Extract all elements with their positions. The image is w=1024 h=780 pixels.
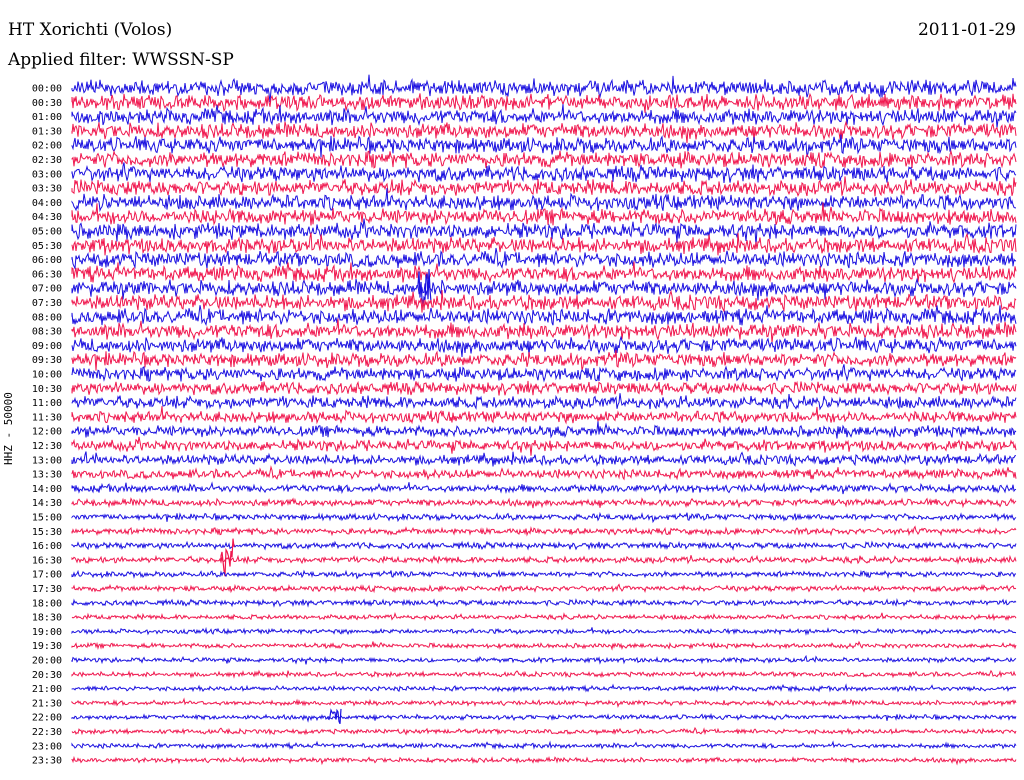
row-tick-label: 22:00	[32, 713, 62, 724]
row-tick-label: 16:00	[32, 541, 62, 552]
trace-0700	[71, 277, 1017, 301]
row-tick-label: 12:00	[32, 427, 62, 438]
row-tick-label: 02:30	[32, 155, 62, 166]
trace-0130	[71, 120, 1017, 144]
row-tick-label: 23:00	[32, 741, 62, 752]
row-tick-label: 01:00	[32, 112, 62, 123]
row-tick-label: 17:00	[32, 570, 62, 581]
trace-1630	[71, 554, 1017, 565]
row-tick-label: 18:00	[32, 598, 62, 609]
trace-0200	[71, 134, 1017, 158]
trace-2100	[71, 683, 1017, 693]
trace-1030	[71, 380, 1017, 396]
trace-1400	[71, 481, 1017, 495]
trace-0730	[71, 289, 1017, 314]
trace-0830	[71, 318, 1017, 343]
row-tick-label: 12:30	[32, 441, 62, 452]
row-tick-label: 20:30	[32, 670, 62, 681]
event-2200	[327, 708, 342, 725]
trace-1000	[71, 364, 1017, 383]
row-ticks-group: 00:00 00:30 01:00 01:30 02:00 02:30 03:00 03:30…	[32, 84, 62, 767]
trace-1430	[71, 497, 1017, 509]
trace-2230	[71, 726, 1017, 736]
row-tick-label: 10:00	[32, 370, 62, 381]
row-tick-label: 11:30	[32, 412, 62, 423]
trace-0030	[71, 92, 1017, 113]
row-tick-label: 19:30	[32, 641, 62, 652]
row-tick-label: 06:30	[32, 269, 62, 280]
row-tick-label: 14:30	[32, 498, 62, 509]
trace-1300	[71, 451, 1017, 467]
row-tick-label: 08:00	[32, 312, 62, 323]
trace-2200	[71, 712, 1017, 723]
row-tick-label: 14:00	[32, 484, 62, 495]
trace-1930	[71, 640, 1017, 651]
row-tick-label: 11:00	[32, 398, 62, 409]
trace-1700	[71, 569, 1017, 580]
row-tick-label: 09:30	[32, 355, 62, 366]
row-tick-label: 17:30	[32, 584, 62, 595]
trace-2330	[71, 755, 1017, 766]
row-tick-label: 15:00	[32, 513, 62, 524]
trace-1830	[71, 611, 1017, 622]
trace-0630	[71, 261, 1017, 284]
trace-1530	[71, 525, 1017, 537]
trace-1500	[71, 511, 1017, 524]
trace-0100	[71, 104, 1017, 128]
trace-0930	[71, 350, 1017, 371]
trace-1130	[71, 406, 1017, 425]
trace-1100	[71, 393, 1017, 411]
trace-1900	[71, 626, 1017, 636]
seismogram-plot: 00:00 00:30 01:00 01:30 02:00 02:30 03:00 03:30…	[32, 74, 1017, 767]
row-tick-label: 07:30	[32, 298, 62, 309]
trace-0230	[71, 149, 1017, 169]
row-tick-label: 08:30	[32, 327, 62, 338]
trace-2300	[71, 740, 1017, 751]
row-tick-label: 16:30	[32, 555, 62, 566]
row-tick-label: 00:00	[32, 84, 62, 95]
traces-group	[71, 74, 1017, 766]
row-tick-label: 10:30	[32, 384, 62, 395]
row-tick-label: 05:00	[32, 227, 62, 238]
row-tick-label: 23:30	[32, 756, 62, 767]
trace-1330	[71, 465, 1017, 481]
row-tick-label: 09:00	[32, 341, 62, 352]
row-tick-label: 21:30	[32, 698, 62, 709]
row-tick-label: 05:30	[32, 241, 62, 252]
row-tick-label: 22:30	[32, 727, 62, 738]
trace-1200	[71, 421, 1017, 439]
trace-2000	[71, 654, 1017, 665]
row-tick-label: 18:30	[32, 613, 62, 624]
trace-1600	[71, 540, 1017, 551]
trace-1800	[71, 597, 1017, 608]
row-tick-label: 07:00	[32, 284, 62, 295]
row-tick-label: 20:00	[32, 656, 62, 667]
row-tick-label: 21:00	[32, 684, 62, 695]
row-tick-label: 04:30	[32, 212, 62, 223]
trace-0900	[71, 335, 1017, 358]
trace-0330	[71, 176, 1017, 197]
row-tick-label: 19:00	[32, 627, 62, 638]
row-tick-label: 03:30	[32, 184, 62, 195]
row-tick-label: 13:30	[32, 470, 62, 481]
row-tick-label: 00:30	[32, 98, 62, 109]
row-tick-label: 06:00	[32, 255, 62, 266]
row-tick-label: 03:00	[32, 169, 62, 180]
row-tick-label: 02:00	[32, 141, 62, 152]
trace-1730	[71, 583, 1017, 594]
trace-1230	[71, 436, 1017, 456]
row-tick-label: 13:00	[32, 455, 62, 466]
row-tick-label: 15:30	[32, 527, 62, 538]
row-tick-label: 01:30	[32, 126, 62, 137]
trace-2030	[71, 669, 1017, 679]
row-tick-label: 04:00	[32, 198, 62, 209]
trace-2130	[71, 697, 1017, 708]
trace-0530	[71, 232, 1017, 256]
trace-0000	[71, 74, 1017, 103]
